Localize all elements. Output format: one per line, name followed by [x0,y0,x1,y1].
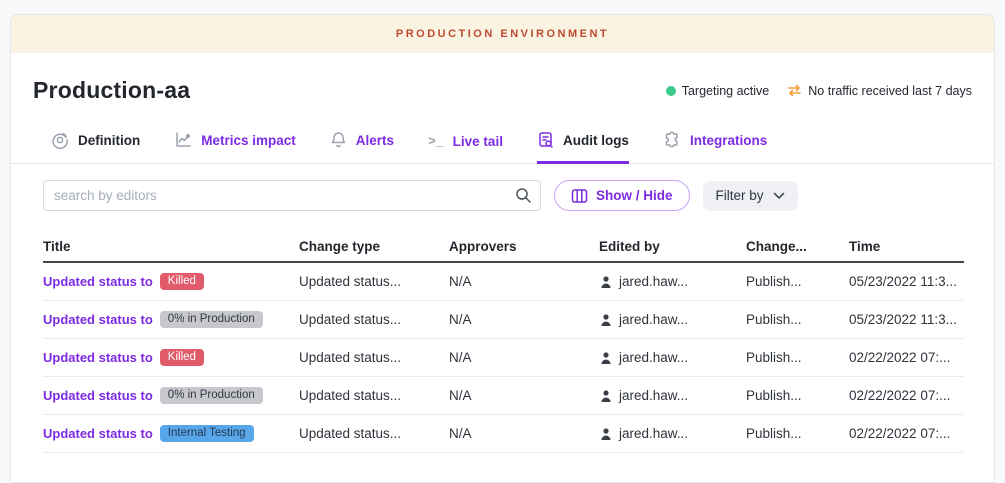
tab-definition[interactable]: Definition [51,131,140,164]
table-row[interactable]: Updated status to Internal Testing Updat… [43,415,964,453]
tab-label: Definition [78,133,140,148]
tab-bar: Definition Metrics impact Alerts [11,122,994,164]
traffic-status: No traffic received last 7 days [787,84,972,98]
change-cell: Publish... [746,388,849,403]
status-badge: 0% in Production [160,387,263,405]
change-type-cell: Updated status... [299,350,449,365]
row-title-link[interactable]: Updated status to [43,312,153,327]
chevron-down-icon [773,192,785,200]
audit-log-document-icon [537,131,554,149]
tab-integrations[interactable]: Integrations [663,131,767,164]
approvers-cell: N/A [449,426,599,441]
search-icon [515,187,532,209]
tab-audit-logs[interactable]: Audit logs [537,131,629,164]
change-type-cell: Updated status... [299,274,449,289]
traffic-status-label: No traffic received last 7 days [808,84,972,98]
edited-by-name: jared.haw... [619,350,688,365]
row-title-link[interactable]: Updated status to [43,274,153,289]
table-row[interactable]: Updated status to Killed Updated status.… [43,339,964,377]
edited-by-cell: jared.haw... [599,426,746,441]
time-cell: 05/23/2022 11:3... [849,312,964,327]
toolbar: Show / Hide Filter by [11,164,994,225]
filter-by-label: Filter by [716,188,764,203]
time-cell: 05/23/2022 11:3... [849,274,964,289]
status-badge: 0% in Production [160,311,263,329]
status-badge: Killed [160,349,204,367]
status-badge: Internal Testing [160,425,254,443]
user-icon [599,275,613,289]
change-type-cell: Updated status... [299,312,449,327]
terminal-icon: >_ [428,134,444,149]
definition-target-icon [51,131,69,149]
search-field-wrap [43,180,541,211]
tab-label: Alerts [356,133,394,148]
row-title-link[interactable]: Updated status to [43,388,153,403]
search-input[interactable] [43,180,541,211]
targeting-status: Targeting active [666,84,770,98]
banner-label: PRODUCTION ENVIRONMENT [396,28,609,40]
production-environment-banner: PRODUCTION ENVIRONMENT [11,15,994,53]
edited-by-name: jared.haw... [619,274,688,289]
show-hide-label: Show / Hide [596,188,673,203]
approvers-cell: N/A [449,350,599,365]
edited-by-name: jared.haw... [619,426,688,441]
table-header-row: Title Change type Approvers Edited by Ch… [43,231,964,263]
change-cell: Publish... [746,350,849,365]
change-type-cell: Updated status... [299,388,449,403]
edited-by-name: jared.haw... [619,388,688,403]
table-row[interactable]: Updated status to 0% in Production Updat… [43,301,964,339]
status-badge: Killed [160,273,204,291]
edited-by-cell: jared.haw... [599,388,746,403]
time-cell: 02/22/2022 07:... [849,426,964,441]
metrics-chart-icon [174,131,192,149]
show-hide-button[interactable]: Show / Hide [554,180,690,211]
bell-icon [330,131,347,149]
tab-live-tail[interactable]: >_ Live tail [428,134,503,164]
row-title-link[interactable]: Updated status to [43,426,153,441]
approvers-cell: N/A [449,274,599,289]
edited-by-cell: jared.haw... [599,312,746,327]
user-icon [599,389,613,403]
column-header-change-type: Change type [299,239,449,254]
user-icon [599,313,613,327]
filter-by-button[interactable]: Filter by [703,181,798,211]
approvers-cell: N/A [449,312,599,327]
approvers-cell: N/A [449,388,599,403]
column-header-title: Title [43,239,299,254]
puzzle-icon [663,131,681,149]
edited-by-name: jared.haw... [619,312,688,327]
tab-metrics-impact[interactable]: Metrics impact [174,131,296,164]
environment-card: PRODUCTION ENVIRONMENT Production-aa Tar… [10,14,995,483]
column-header-approvers: Approvers [449,239,599,254]
audit-log-table: Title Change type Approvers Edited by Ch… [43,231,964,453]
time-cell: 02/22/2022 07:... [849,388,964,403]
tab-alerts[interactable]: Alerts [330,131,394,164]
tab-label: Live tail [453,134,503,149]
change-type-cell: Updated status... [299,426,449,441]
columns-icon [571,188,588,204]
column-header-change: Change... [746,239,849,254]
page-header: Production-aa Targeting active No traffi… [11,53,994,122]
green-dot-icon [666,86,676,96]
time-cell: 02/22/2022 07:... [849,350,964,365]
row-title-link[interactable]: Updated status to [43,350,153,365]
edited-by-cell: jared.haw... [599,350,746,365]
tab-label: Metrics impact [201,133,296,148]
change-cell: Publish... [746,274,849,289]
targeting-status-label: Targeting active [682,84,770,98]
user-icon [599,351,613,365]
column-header-time: Time [849,239,964,254]
tab-label: Audit logs [563,133,629,148]
tab-label: Integrations [690,133,767,148]
user-icon [599,427,613,441]
traffic-swap-icon [787,84,802,97]
change-cell: Publish... [746,426,849,441]
edited-by-cell: jared.haw... [599,274,746,289]
table-row[interactable]: Updated status to Killed Updated status.… [43,263,964,301]
page-title: Production-aa [33,77,190,104]
column-header-edited-by: Edited by [599,239,746,254]
status-group: Targeting active No traffic received las… [666,84,972,98]
change-cell: Publish... [746,312,849,327]
table-row[interactable]: Updated status to 0% in Production Updat… [43,377,964,415]
